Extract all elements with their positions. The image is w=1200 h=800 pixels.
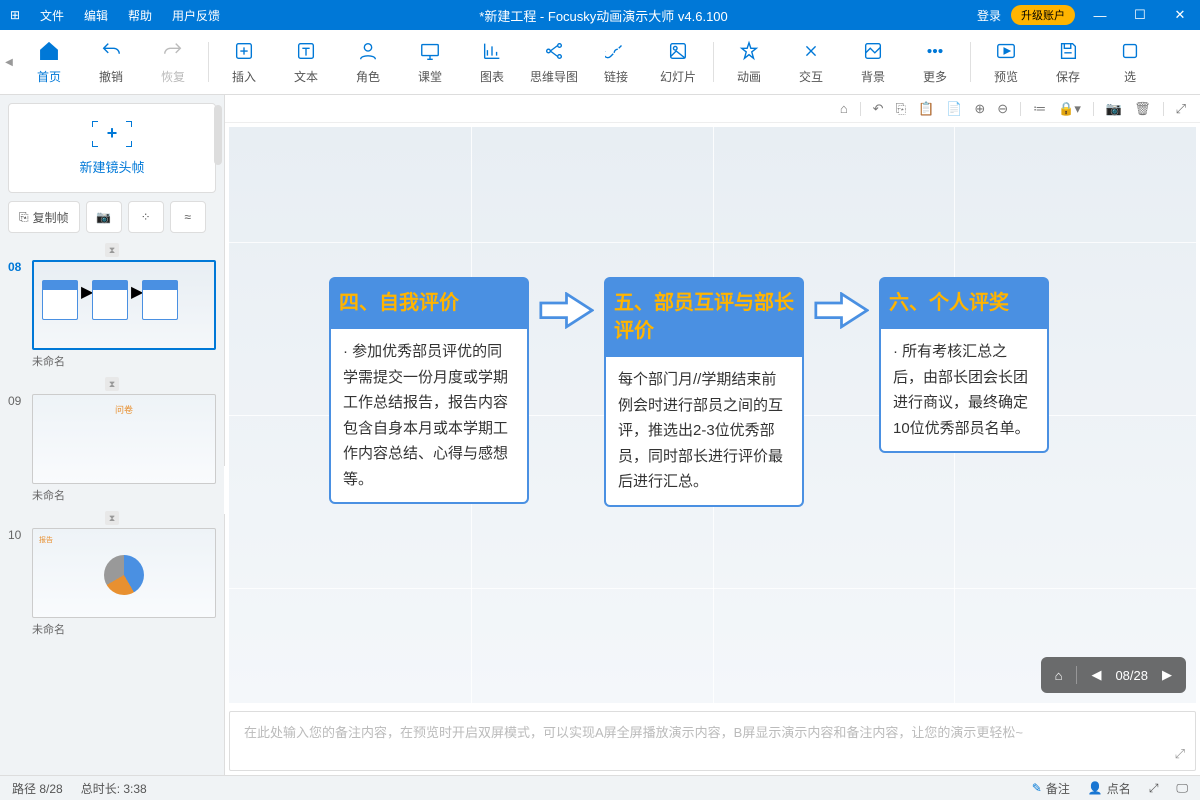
nav-page: 08/28 xyxy=(1115,668,1148,683)
menu-file[interactable]: 文件 xyxy=(30,7,74,24)
slide-content[interactable]: 四、自我评价 · 参加优秀部员评优的同学需提交一份月度或学期工作总结报告，报告内… xyxy=(329,277,1176,507)
timer-icon: ⧗ xyxy=(105,243,119,257)
background-button[interactable]: 背景 xyxy=(842,32,904,92)
thumb-label-09: 未命名 xyxy=(32,487,216,503)
thumbnail-08[interactable]: ▶▶ xyxy=(32,260,216,350)
thumb-num-08: 08 xyxy=(8,260,26,274)
zoom-out-icon[interactable]: ⊖ xyxy=(997,101,1008,117)
status-bar: 路径 8/28 总时长: 3:38 ✎备注 👤点名 ⤢ 🖵 xyxy=(0,775,1200,800)
main-menu: 文件 编辑 帮助 用户反馈 xyxy=(30,7,230,24)
status-expand-icon[interactable]: ⤢ xyxy=(1149,781,1159,796)
ribbon-toolbar: ◀ 首页 撤销 恢复 插入 文本 角色 课堂 图表 思维导图 链接 幻灯片 动画… xyxy=(0,30,1200,95)
class-button[interactable]: 课堂 xyxy=(399,32,461,92)
link-button[interactable]: 链接 xyxy=(585,32,647,92)
status-path: 路径 8/28 xyxy=(12,780,63,797)
nav-overlay: ⌂ ◀ 08/28 ▶ xyxy=(1041,657,1186,693)
select-button[interactable]: 选 xyxy=(1099,32,1161,92)
save-button[interactable]: 保存 xyxy=(1037,32,1099,92)
nav-prev-icon[interactable]: ◀ xyxy=(1091,667,1101,683)
text-button[interactable]: 文本 xyxy=(275,32,337,92)
box2-body: 每个部门月//学期结束前例会时进行部员之间的互评，推选出2-3位优秀部员，同时部… xyxy=(604,357,804,507)
new-frame-button[interactable]: + 新建镜头帧 xyxy=(8,103,216,193)
box1-body: · 参加优秀部员评优的同学需提交一份月度或学期工作总结报告，报告内容包含自身本月… xyxy=(329,329,529,504)
ribbon-left-toggle[interactable]: ◀ xyxy=(0,30,18,95)
copy-frame-button[interactable]: ⎘复制帧 xyxy=(8,201,80,233)
nav-home-icon[interactable]: ⌂ xyxy=(1055,668,1063,683)
thumbnail-list: ⧗ 08 ▶▶ 未命名 ⧗ 09 问卷 未命名 ⧗ xyxy=(8,243,216,775)
clipboard-icon[interactable]: 📄 xyxy=(946,101,962,117)
slide-panel: + 新建镜头帧 ⎘复制帧 📷 ⁘ ≈ ⧗ 08 ▶▶ 未命名 ⧗ xyxy=(0,95,225,775)
box3-body: · 所有考核汇总之后，由部长团会长团进行商议，最终确定10位优秀部员名单。 xyxy=(879,329,1049,453)
canvas[interactable]: 四、自我评价 · 参加优秀部员评优的同学需提交一份月度或学期工作总结报告，报告内… xyxy=(229,127,1196,703)
status-notes-button[interactable]: ✎备注 xyxy=(1032,780,1070,797)
mindmap-button[interactable]: 思维导图 xyxy=(523,32,585,92)
menu-edit[interactable]: 编辑 xyxy=(74,7,118,24)
box2-title: 五、部员互评与部长评价 xyxy=(604,277,804,357)
redo-button[interactable]: 恢复 xyxy=(142,32,204,92)
box-self-eval[interactable]: 四、自我评价 · 参加优秀部员评优的同学需提交一份月度或学期工作总结报告，报告内… xyxy=(329,277,529,504)
thumb-num-10: 10 xyxy=(8,528,26,542)
canvas-area: ⌂ ↶ ⎘ 📋 📄 ⊕ ⊖ ≔ 🔒▾ 📷 🗑 ⤢ 四、自我评价 · 参加优秀部员… xyxy=(225,95,1200,775)
title-bar: ⊞ 文件 编辑 帮助 用户反馈 *新建工程 - Focusky动画演示大师 v4… xyxy=(0,0,1200,30)
thumb-label-08: 未命名 xyxy=(32,353,216,369)
settings-tool-icon[interactable]: ≈ xyxy=(170,201,206,233)
notes-placeholder: 在此处输入您的备注内容，在预览时开启双屏模式，可以实现A屏全屏播放演示内容，B屏… xyxy=(244,725,1023,740)
slide-button[interactable]: 幻灯片 xyxy=(647,32,709,92)
box1-title: 四、自我评价 xyxy=(329,277,529,329)
chart-button[interactable]: 图表 xyxy=(461,32,523,92)
preview-button[interactable]: 预览 xyxy=(975,32,1037,92)
home-view-icon[interactable]: ⌂ xyxy=(840,101,848,116)
arrow-icon xyxy=(539,292,594,332)
arrow-icon xyxy=(814,292,869,332)
insert-button[interactable]: 插入 xyxy=(213,32,275,92)
align-icon[interactable]: ≔ xyxy=(1033,101,1046,117)
minimize-button[interactable]: — xyxy=(1085,8,1115,23)
notes-expand-icon[interactable]: ⤢ xyxy=(1175,746,1185,762)
nav-next-icon[interactable]: ▶ xyxy=(1162,667,1172,683)
interact-button[interactable]: 交互 xyxy=(780,32,842,92)
close-button[interactable]: ✕ xyxy=(1165,7,1195,23)
expand-icon[interactable]: ⤢ xyxy=(1176,101,1186,117)
window-title: *新建工程 - Focusky动画演示大师 v4.6.100 xyxy=(230,6,977,25)
thumbnail-09[interactable]: 问卷 xyxy=(32,394,216,484)
maximize-button[interactable]: ☐ xyxy=(1125,7,1155,23)
thumb-label-10: 未命名 xyxy=(32,621,216,637)
newframe-scroll[interactable] xyxy=(214,105,222,165)
canvas-toolbar: ⌂ ↶ ⎘ 📋 📄 ⊕ ⊖ ≔ 🔒▾ 📷 🗑 ⤢ xyxy=(225,95,1200,123)
trash-icon[interactable]: 🗑 xyxy=(1134,101,1151,117)
undo-button[interactable]: 撤销 xyxy=(80,32,142,92)
scan-tool-icon[interactable]: ⁘ xyxy=(128,201,164,233)
status-screen-icon[interactable]: 🖵 xyxy=(1176,781,1188,796)
menu-help[interactable]: 帮助 xyxy=(118,7,162,24)
status-duration: 总时长: 3:38 xyxy=(81,780,147,797)
thumb-num-09: 09 xyxy=(8,394,26,408)
lock-icon[interactable]: 🔒▾ xyxy=(1058,101,1081,117)
home-button[interactable]: 首页 xyxy=(18,32,80,92)
camera-icon[interactable]: 📷 xyxy=(1106,101,1122,117)
copy-icon[interactable]: ⎘ xyxy=(896,101,906,117)
anim-button[interactable]: 动画 xyxy=(718,32,780,92)
upgrade-button[interactable]: 升级账户 xyxy=(1011,5,1075,25)
box3-title: 六、个人评奖 xyxy=(879,277,1049,329)
box-peer-eval[interactable]: 五、部员互评与部长评价 每个部门月//学期结束前例会时进行部员之间的互评，推选出… xyxy=(604,277,804,507)
timer-icon: ⧗ xyxy=(105,377,119,391)
more-button[interactable]: 更多 xyxy=(904,32,966,92)
notes-area[interactable]: 在此处输入您的备注内容，在预览时开启双屏模式，可以实现A屏全屏播放演示内容，B屏… xyxy=(229,711,1196,771)
paste-icon[interactable]: 📋 xyxy=(918,101,934,117)
box-award[interactable]: 六、个人评奖 · 所有考核汇总之后，由部长团会长团进行商议，最终确定10位优秀部… xyxy=(879,277,1049,453)
login-link[interactable]: 登录 xyxy=(977,7,1001,24)
role-button[interactable]: 角色 xyxy=(337,32,399,92)
menu-feedback[interactable]: 用户反馈 xyxy=(162,7,230,24)
zoom-in-icon[interactable]: ⊕ xyxy=(974,101,985,117)
timer-icon: ⧗ xyxy=(105,511,119,525)
rotate-left-icon[interactable]: ↶ xyxy=(873,101,884,117)
app-logo-icon: ⊞ xyxy=(0,8,30,22)
camera-tool-icon[interactable]: 📷 xyxy=(86,201,122,233)
status-like-button[interactable]: 👤点名 xyxy=(1088,780,1131,797)
thumbnail-10[interactable]: 报告 xyxy=(32,528,216,618)
